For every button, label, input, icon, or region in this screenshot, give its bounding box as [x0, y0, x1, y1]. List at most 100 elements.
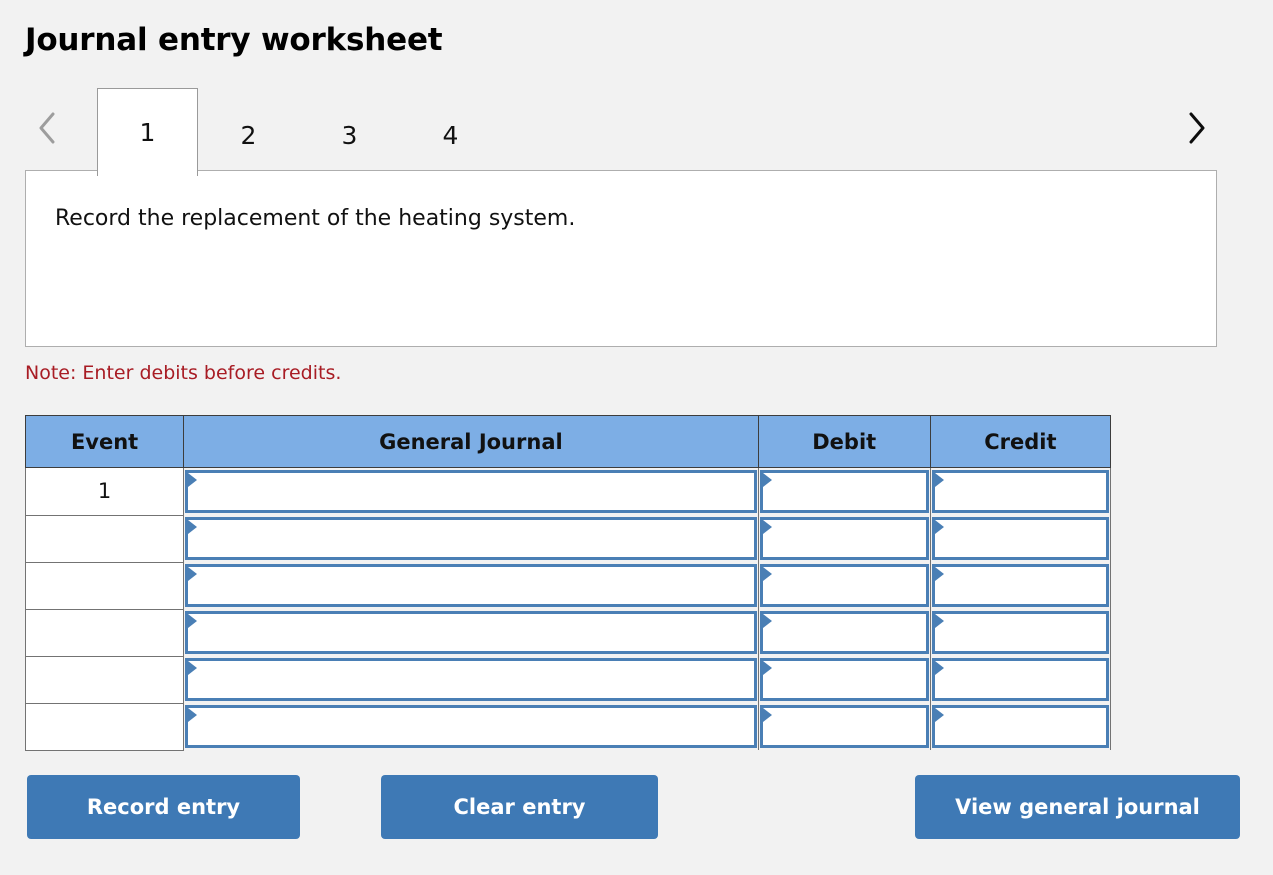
event-number-cell [24, 702, 185, 751]
tab-list: 1 2 3 4 [97, 88, 501, 176]
debit-cell [757, 515, 931, 562]
page-title: Journal entry worksheet [25, 22, 443, 58]
table-row [24, 655, 1112, 704]
tab-4[interactable]: 4 [400, 94, 501, 176]
debit-value [769, 661, 916, 698]
general-journal-input[interactable] [185, 705, 757, 748]
debit-input[interactable] [759, 658, 929, 701]
credit-input[interactable] [931, 611, 1109, 654]
previous-tab-button[interactable] [25, 100, 69, 156]
tab-3[interactable]: 3 [299, 94, 400, 176]
view-general-journal-button[interactable]: View general journal [915, 775, 1240, 839]
clear-entry-button[interactable]: Clear entry [381, 775, 658, 839]
general-journal-cell [183, 562, 759, 609]
column-header-credit: Credit [929, 415, 1112, 468]
credit-value [941, 708, 1096, 745]
credit-input[interactable] [931, 470, 1109, 513]
column-header-general-journal: General Journal [183, 415, 759, 468]
event-number-cell [24, 561, 185, 610]
tab-1[interactable]: 1 [97, 88, 198, 176]
credit-cell [929, 609, 1112, 656]
debit-value [769, 708, 916, 745]
credit-value [941, 567, 1096, 604]
table-row [24, 608, 1112, 657]
column-header-debit: Debit [757, 415, 931, 468]
tab-2[interactable]: 2 [198, 94, 299, 176]
debit-cell [757, 703, 931, 750]
debit-value [769, 567, 916, 604]
tab-4-label: 4 [442, 120, 459, 150]
general-journal-value [200, 567, 748, 604]
credit-cell [929, 515, 1112, 562]
table-header-row: Event General Journal Debit Credit [24, 415, 1112, 468]
debit-cell [757, 467, 931, 515]
chevron-right-icon [1186, 111, 1206, 145]
event-number-cell [24, 608, 185, 657]
credit-cell [929, 703, 1112, 750]
action-button-bar: Record entry Clear entry View general jo… [0, 775, 1273, 841]
next-tab-button[interactable] [1174, 100, 1218, 156]
general-journal-cell [183, 656, 759, 703]
credit-value [941, 520, 1096, 557]
credit-cell [929, 656, 1112, 703]
table-row: 1 [24, 467, 1112, 516]
event-number-cell [24, 655, 185, 704]
worksheet-tabstrip: 1 2 3 4 [25, 88, 1218, 176]
credit-input[interactable] [931, 564, 1109, 607]
record-entry-button[interactable]: Record entry [27, 775, 300, 839]
tab-3-label: 3 [341, 120, 358, 150]
general-journal-input[interactable] [185, 517, 757, 560]
general-journal-cell [183, 609, 759, 656]
debit-value [769, 614, 916, 651]
triangle-right-icon [188, 661, 198, 675]
debit-input[interactable] [759, 705, 929, 748]
debit-input[interactable] [759, 611, 929, 654]
debit-input[interactable] [759, 564, 929, 607]
general-journal-input[interactable] [185, 611, 757, 654]
scenario-text: Record the replacement of the heating sy… [55, 206, 576, 231]
table-row [24, 702, 1112, 751]
table-row [24, 514, 1112, 563]
debit-input[interactable] [759, 470, 929, 513]
general-journal-value [200, 661, 748, 698]
event-number-cell: 1 [24, 467, 185, 516]
general-journal-cell [183, 703, 759, 750]
general-journal-input[interactable] [185, 564, 757, 607]
triangle-right-icon [188, 614, 198, 628]
debit-cell [757, 609, 931, 656]
table-row [24, 561, 1112, 610]
general-journal-value [200, 614, 748, 651]
triangle-right-icon [188, 473, 198, 487]
triangle-right-icon [188, 520, 198, 534]
debits-before-credits-note: Note: Enter debits before credits. [25, 362, 342, 384]
debit-value [769, 520, 916, 557]
credit-value [941, 614, 1096, 651]
event-number-cell [24, 514, 185, 563]
credit-cell [929, 467, 1112, 515]
column-header-event: Event [24, 415, 185, 468]
credit-input[interactable] [931, 658, 1109, 701]
debit-value [769, 473, 916, 510]
chevron-left-icon [37, 111, 57, 145]
debit-input[interactable] [759, 517, 929, 560]
general-journal-value [200, 708, 748, 745]
debit-cell [757, 562, 931, 609]
credit-cell [929, 562, 1112, 609]
journal-entry-worksheet-page: Journal entry worksheet 1 2 3 4 Record t… [0, 0, 1273, 875]
general-journal-input[interactable] [185, 470, 757, 513]
credit-input[interactable] [931, 517, 1109, 560]
scenario-panel: Record the replacement of the heating sy… [25, 170, 1217, 347]
general-journal-input[interactable] [185, 658, 757, 701]
general-journal-value [200, 520, 748, 557]
credit-value [941, 661, 1096, 698]
general-journal-value [200, 473, 748, 510]
journal-entry-table: Event General Journal Debit Credit 1 [24, 415, 1112, 751]
general-journal-cell [183, 467, 759, 515]
triangle-right-icon [188, 708, 198, 722]
general-journal-cell [183, 515, 759, 562]
tab-2-label: 2 [240, 120, 257, 150]
triangle-right-icon [188, 567, 198, 581]
tab-1-label: 1 [139, 118, 156, 147]
debit-cell [757, 656, 931, 703]
credit-input[interactable] [931, 705, 1109, 748]
